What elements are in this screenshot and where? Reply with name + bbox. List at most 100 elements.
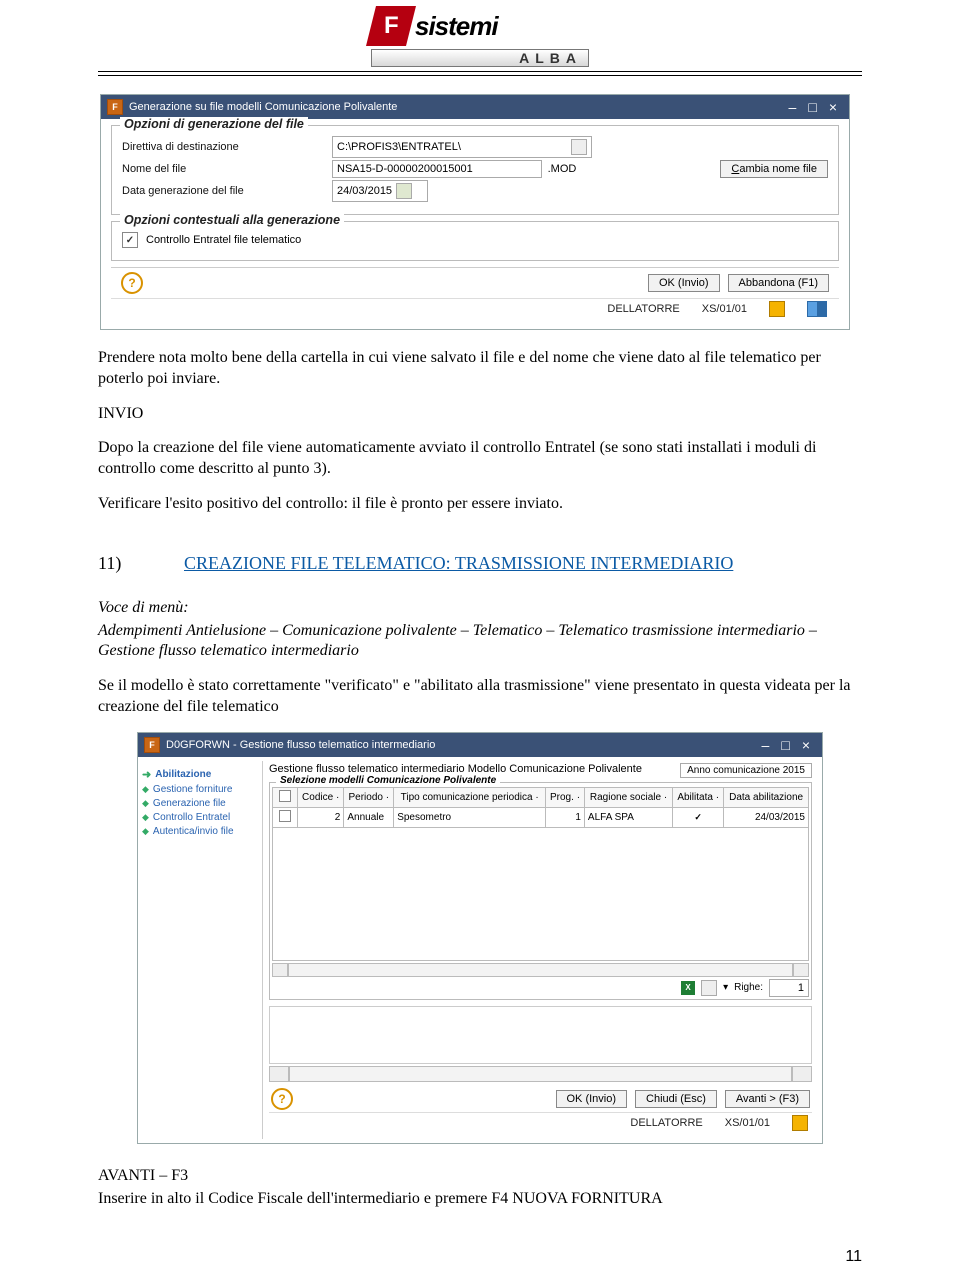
paragraph: AVANTI – F3 xyxy=(98,1166,862,1187)
status-icon-yellow xyxy=(792,1115,808,1131)
ok-button[interactable]: OK (Invio) xyxy=(556,1090,628,1108)
help-icon[interactable]: ? xyxy=(271,1088,293,1110)
sort-icon[interactable]: · xyxy=(664,792,667,803)
checkbox-label: Controllo Entratel file telematico xyxy=(146,234,301,246)
sidebar-item-controllo-entratel[interactable]: ◆Controllo Entratel xyxy=(142,812,260,823)
paragraph: Se il modello è stato correttamente "ver… xyxy=(98,676,862,718)
row-checkbox[interactable] xyxy=(279,810,291,822)
scroll-right-button[interactable] xyxy=(792,1066,812,1082)
label-direttiva: Direttiva di destinazione xyxy=(122,141,332,153)
body-text: AVANTI – F3 Inserire in alto il Codice F… xyxy=(98,1166,862,1210)
scroll-track[interactable] xyxy=(289,1066,792,1082)
label-data-generazione: Data generazione del file xyxy=(122,185,332,197)
horizontal-scrollbar[interactable] xyxy=(272,963,809,977)
abbandona-button[interactable]: Abbandona (F1) xyxy=(728,274,830,292)
fieldset-opzioni-contestuali: Opzioni contestuali alla generazione ✓ C… xyxy=(111,221,839,261)
diamond-icon: ◆ xyxy=(142,812,149,823)
th-ragione-sociale[interactable]: Ragione sociale · xyxy=(584,787,672,807)
logo: F sistemi ALBA xyxy=(371,6,589,67)
th-prog[interactable]: Prog. · xyxy=(546,787,585,807)
body-text: Prendere nota molto bene della cartella … xyxy=(98,348,862,515)
input-nome-file[interactable]: NSA15-D-00000200015001 xyxy=(332,160,542,178)
table-empty-space xyxy=(272,828,809,961)
rows-count: 1 xyxy=(769,979,809,997)
select-all-checkbox[interactable] xyxy=(279,790,291,802)
fieldset-selezione-modelli: Selezione modelli Comunicazione Polivale… xyxy=(269,782,812,1000)
th-periodo[interactable]: Periodo · xyxy=(344,787,394,807)
body-text: Voce di menù: Adempimenti Antielusione –… xyxy=(98,598,862,718)
avanti-button[interactable]: Avanti > (F3) xyxy=(725,1090,810,1108)
th-tipo-comunicazione[interactable]: Tipo comunicazione periodica · xyxy=(394,787,546,807)
statusbar: DELLATORRE XS/01/01 xyxy=(111,298,839,321)
sort-icon[interactable]: · xyxy=(386,792,389,803)
sort-icon[interactable]: · xyxy=(577,792,580,803)
window-footer: ? OK (Invio) Abbandona (F1) xyxy=(111,267,839,298)
lower-scrollbar[interactable] xyxy=(269,1066,812,1082)
excel-icon[interactable]: X xyxy=(681,981,695,995)
table-row[interactable]: 2 Annuale Spesometro 1 ALFA SPA ✓ 24/03/… xyxy=(273,807,809,827)
chiudi-button[interactable]: Chiudi (Esc) xyxy=(635,1090,717,1108)
menu-path-header: Voce di menù: xyxy=(98,598,862,619)
th-codice[interactable]: Codice · xyxy=(298,787,344,807)
cell-ragione: ALFA SPA xyxy=(584,807,672,827)
titlebar: F Generazione su file modelli Comunicazi… xyxy=(101,95,849,119)
sidebar-item-gestione-forniture[interactable]: ◆Gestione forniture xyxy=(142,784,260,795)
sidebar-item-autentica-invio[interactable]: ◆Autentica/invio file xyxy=(142,826,260,837)
sidebar-item-generazione-file[interactable]: ◆Generazione file xyxy=(142,798,260,809)
scroll-left-button[interactable] xyxy=(269,1066,289,1082)
label-ext: .MOD xyxy=(542,163,582,175)
label-nome-file: Nome del file xyxy=(122,163,332,175)
cambia-nome-file-button[interactable]: Cambia nome file xyxy=(720,160,828,178)
paragraph: Dopo la creazione del file viene automat… xyxy=(98,438,862,480)
minimize-button[interactable]: – xyxy=(783,99,803,115)
cell-abilitata: ✓ xyxy=(673,807,724,827)
window-title: Generazione su file modelli Comunicazion… xyxy=(129,101,783,113)
row-count-bar: X ▾ Righe: 1 xyxy=(272,979,809,997)
section-number: 11) xyxy=(98,553,184,574)
sidebar-item-abilitazione[interactable]: ➜Abilitazione xyxy=(142,768,260,781)
scroll-right-button[interactable] xyxy=(793,963,809,977)
paragraph: INVIO xyxy=(98,404,862,425)
lower-panel xyxy=(269,1006,812,1064)
fieldset-opzioni-generazione: Opzioni di generazione del file Direttiv… xyxy=(111,125,839,215)
input-data-generazione[interactable]: 24/03/2015 xyxy=(332,180,428,202)
close-button[interactable]: × xyxy=(823,99,843,115)
statusbar: DELLATORRE XS/01/01 xyxy=(269,1112,812,1135)
status-user: DELLATORRE xyxy=(607,303,679,315)
minimize-button[interactable]: – xyxy=(756,737,776,753)
th-data-abilitazione[interactable]: Data abilitazione xyxy=(724,787,809,807)
checkbox-controllo-entratel[interactable]: ✓ xyxy=(122,232,138,248)
paragraph: Prendere nota molto bene della cartella … xyxy=(98,348,862,390)
help-icon[interactable]: ? xyxy=(121,272,143,294)
sort-icon[interactable]: · xyxy=(336,792,339,803)
status-code: XS/01/01 xyxy=(725,1117,770,1129)
window-generazione-file: F Generazione su file modelli Comunicazi… xyxy=(100,94,850,330)
th-select[interactable] xyxy=(273,787,298,807)
sort-icon[interactable]: · xyxy=(716,792,719,803)
app-icon: F xyxy=(144,737,160,753)
anno-comunicazione-box[interactable]: Anno comunicazione 2015 xyxy=(680,763,812,778)
titlebar: F D0GFORWN - Gestione flusso telematico … xyxy=(138,733,822,757)
input-value: 24/03/2015 xyxy=(337,185,392,197)
logo-mark: F xyxy=(366,6,416,46)
cell-prog: 1 xyxy=(546,807,585,827)
diamond-icon: ◆ xyxy=(142,826,149,837)
close-button[interactable]: × xyxy=(796,737,816,753)
status-code: XS/01/01 xyxy=(702,303,747,315)
data-table: Codice · Periodo · Tipo comunicazione pe… xyxy=(272,787,809,828)
th-abilitata[interactable]: Abilitata · xyxy=(673,787,724,807)
sort-icon[interactable]: · xyxy=(535,792,538,803)
calendar-icon[interactable] xyxy=(396,183,412,199)
ok-button[interactable]: OK (Invio) xyxy=(648,274,720,292)
page-header: F sistemi ALBA xyxy=(98,0,862,76)
scroll-left-button[interactable] xyxy=(272,963,288,977)
section-heading: 11) CREAZIONE FILE TELEMATICO: TRASMISSI… xyxy=(98,553,862,574)
maximize-button[interactable]: □ xyxy=(802,99,822,115)
input-direttiva[interactable]: C:\PROFIS3\ENTRATEL\ xyxy=(332,136,592,158)
arrow-icon: ➜ xyxy=(142,768,151,781)
scroll-track[interactable] xyxy=(288,963,793,977)
maximize-button[interactable]: □ xyxy=(775,737,795,753)
diamond-icon: ◆ xyxy=(142,784,149,795)
browse-folder-icon[interactable] xyxy=(571,139,587,155)
filter-icon[interactable] xyxy=(701,980,717,996)
